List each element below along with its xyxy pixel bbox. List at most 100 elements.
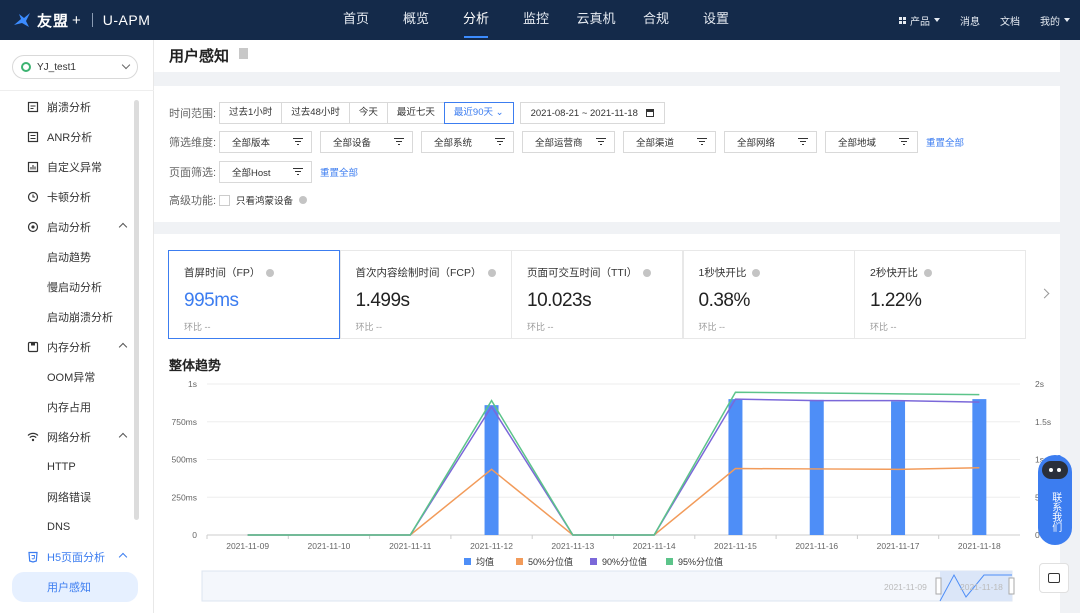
sidebar-item[interactable]: 卡顿分析 (12, 182, 138, 212)
nav-item[interactable]: 云真机 (566, 0, 626, 40)
feedback-button[interactable] (1039, 563, 1069, 593)
app-selector[interactable]: YJ_test1 (12, 55, 138, 79)
dimension-select[interactable]: 全部运营商 (522, 131, 615, 153)
sidebar-item[interactable]: DNS (12, 512, 138, 542)
dimension-select[interactable]: 全部设备 (320, 131, 413, 153)
metric-label-text: 2秒快开比 (870, 267, 918, 279)
metric-card[interactable]: 页面可交互时间（TTI） 10.023s 环比 -- (511, 250, 683, 339)
dimension-select[interactable]: 全部地域 (825, 131, 918, 153)
messages-link[interactable]: 消息 (960, 13, 980, 28)
message-icon (1048, 573, 1060, 583)
legend-label: 50%分位值 (528, 556, 573, 567)
chevron-right-icon[interactable] (1039, 288, 1050, 299)
doc-icon[interactable] (239, 48, 248, 59)
time-range-option[interactable]: 过去1小时 (220, 103, 283, 123)
top-navbar: 友盟 + U-APM 首页 概览 分析 监控 云真机 合规 设置 产品 消息 文档 我的 (0, 0, 1080, 40)
lag-icon (27, 191, 39, 203)
nav-item[interactable]: 设置 (686, 0, 746, 40)
nav-item[interactable]: 合规 (626, 0, 686, 40)
chevron-up-icon (118, 342, 128, 352)
metric-card[interactable]: 首屏时间（FP） 995ms 环比 -- (168, 250, 340, 339)
dimension-select[interactable]: 全部版本 (219, 131, 312, 153)
sidebar-item[interactable]: HTTP (12, 452, 138, 482)
sidebar-item[interactable]: 崩溃分析 (12, 92, 138, 122)
chevron-down-icon: ⌄ (492, 107, 504, 118)
date-range-text: 2021-08-21 ~ 2021-11-18 (530, 107, 638, 119)
sidebar-menu: 崩溃分析 ANR分析 自定义异常 卡顿分析 启动分析 启动趋势 慢启动分析 启动崩溃分析内存分… (12, 92, 138, 602)
sidebar-item[interactable]: 启动分析 (12, 212, 138, 242)
dimension-select-value: 全部网络 (737, 138, 776, 149)
harmony-checkbox[interactable] (219, 194, 230, 206)
sidebar-item[interactable]: 慢启动分析 (12, 272, 138, 302)
dimension-select-value: 全部渠道 (636, 138, 675, 149)
sidebar-item[interactable]: 内存占用 (12, 392, 138, 422)
memory-icon (27, 341, 39, 353)
metric-label: 2秒快开比 (870, 265, 1010, 280)
info-icon[interactable] (752, 268, 761, 277)
title-card: 用户感知 (154, 40, 1060, 72)
robot-icon (1042, 455, 1068, 479)
metric-card[interactable]: 首次内容绘制时间（FCP） 1.499s 环比 -- (339, 250, 512, 339)
info-icon[interactable] (643, 268, 652, 277)
sidebar-item[interactable]: 自定义异常 (12, 152, 138, 182)
dimension-select[interactable]: 全部系统 (421, 131, 514, 153)
sidebar-item[interactable]: 启动崩溃分析 (12, 302, 138, 332)
legend-label: 均值 (476, 556, 494, 567)
dimension-select[interactable]: 全部渠道 (623, 131, 716, 153)
sidebar-item[interactable]: 内存分析 (12, 332, 138, 362)
page-filter-label: 页面筛选: (169, 167, 217, 179)
sidebar-item[interactable]: 网络错误 (12, 482, 138, 512)
legend-label: 90%分位值 (602, 556, 647, 567)
legend-swatch (590, 558, 597, 565)
sidebar-scrollbar[interactable] (134, 100, 139, 520)
sidebar-item[interactable]: ANR分析 (12, 122, 138, 152)
time-range-label: 时间范围: (169, 108, 217, 120)
date-range-picker[interactable]: 2021-08-21 ~ 2021-11-18 (519, 102, 665, 124)
wifi-icon (27, 431, 39, 443)
host-select[interactable]: 全部Host (219, 161, 312, 183)
filter-icon (394, 138, 404, 146)
nav-item[interactable]: 首页 (326, 0, 386, 40)
caret-down-icon (934, 18, 940, 22)
info-icon[interactable] (923, 268, 932, 277)
sidebar-item[interactable]: 网络分析 (12, 422, 138, 452)
info-icon[interactable] (266, 268, 275, 277)
sidebar-item[interactable]: 用户感知 (12, 572, 138, 602)
time-range-option[interactable]: 过去48小时 (282, 103, 350, 123)
products-menu[interactable]: 产品 (899, 13, 940, 28)
contact-us-widget[interactable]: 联系我们 (1038, 455, 1072, 545)
brand-logo[interactable]: 友盟 + U-APM (12, 8, 150, 32)
series-line (247, 467, 980, 536)
nav-item[interactable]: 监控 (506, 0, 566, 40)
nav-item[interactable]: 概览 (386, 0, 446, 40)
x-tick-label: 2021-11-09 (226, 541, 269, 551)
sidebar-item[interactable]: H5页面分析 (12, 542, 138, 572)
dimension-row: 筛选维度: 全部版本 全部设备 全部系统 全部运营商 全部渠道 全部网络 全部地域 重置全部 (169, 131, 964, 153)
dimension-select[interactable]: 全部网络 (724, 131, 817, 153)
zoom-handle-right (1008, 577, 1015, 595)
time-range-option[interactable]: 最近七天 (388, 103, 445, 123)
reset-all-link[interactable]: 重置全部 (926, 135, 964, 149)
info-icon[interactable] (487, 268, 496, 277)
reset-page-link[interactable]: 重置全部 (320, 165, 358, 179)
series-line (247, 391, 980, 536)
h5-icon (27, 551, 39, 563)
metric-card[interactable]: 2秒快开比 1.22% 环比 -- (854, 250, 1026, 339)
zoom-handle-left (935, 577, 942, 595)
metric-card[interactable]: 1秒快开比 0.38% 环比 -- (682, 250, 855, 339)
chevron-up-icon (118, 222, 128, 232)
metric-compare: 环比 -- (870, 322, 897, 332)
brand-name: 友盟 (37, 12, 70, 30)
time-range-option[interactable]: 最近90天 ⌄ (443, 102, 514, 124)
docs-link[interactable]: 文档 (1000, 13, 1020, 28)
sidebar-item[interactable]: OOM异常 (12, 362, 138, 392)
dimension-label: 筛选维度: (169, 137, 217, 149)
sidebar-item[interactable]: 启动趋势 (12, 242, 138, 272)
info-icon[interactable] (299, 196, 308, 204)
startup-icon (27, 221, 39, 233)
dimension-selects: 全部版本 全部设备 全部系统 全部运营商 全部渠道 全部网络 全部地域 (219, 131, 926, 153)
time-range-option[interactable]: 今天 (350, 103, 388, 123)
sidebar-item-label: 内存分析 (47, 342, 91, 354)
nav-item[interactable]: 分析 (446, 0, 506, 40)
mine-menu[interactable]: 我的 (1040, 13, 1070, 28)
